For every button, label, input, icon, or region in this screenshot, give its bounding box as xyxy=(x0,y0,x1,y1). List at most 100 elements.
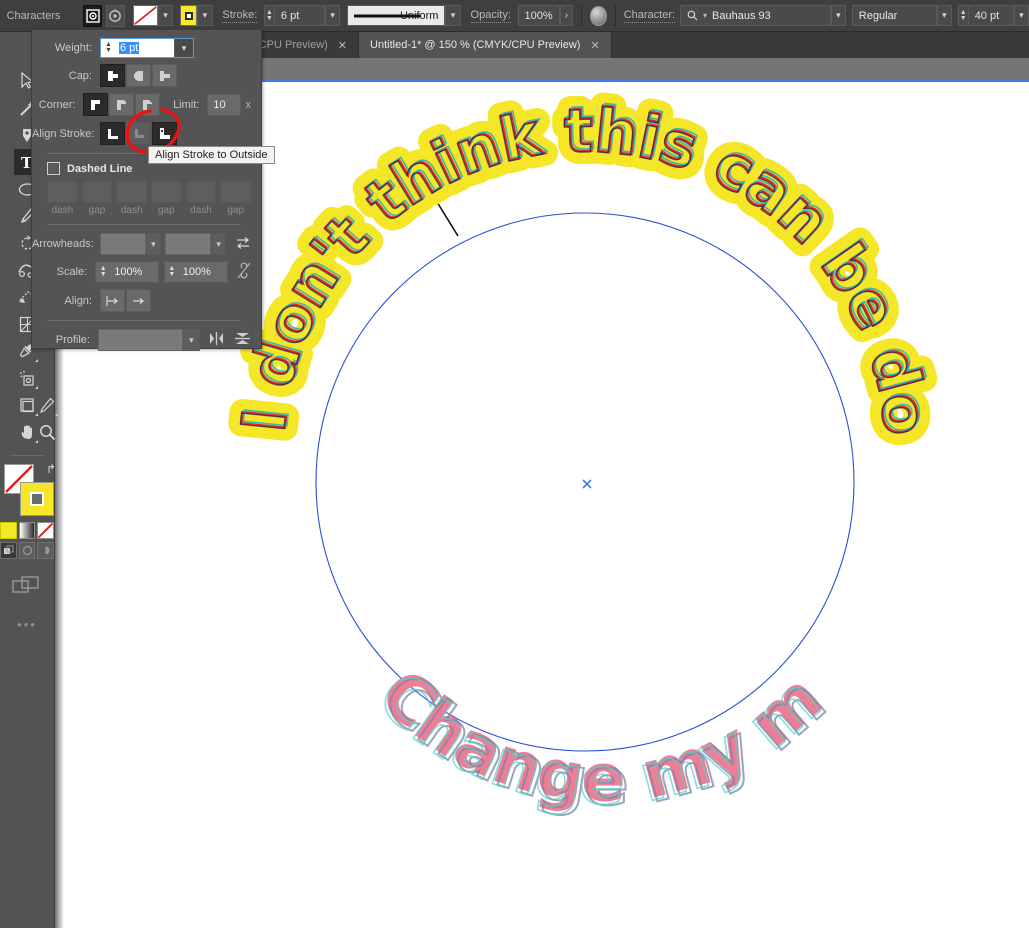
dash-label-2: dash xyxy=(120,205,143,216)
arrow-scale-start[interactable]: ▲ ▼ 100% xyxy=(95,261,160,283)
scale-label: Scale: xyxy=(56,266,88,278)
dash-field-1[interactable] xyxy=(47,181,78,203)
font-size-chevron-down-icon[interactable]: ▾ xyxy=(1013,5,1029,26)
gap-field-1[interactable] xyxy=(81,181,113,203)
search-icon xyxy=(687,10,698,21)
link-scales-icon[interactable] xyxy=(237,262,251,282)
draw-behind-icon[interactable] xyxy=(18,542,36,559)
flip-along-icon[interactable] xyxy=(234,331,251,349)
color-mode-none[interactable] xyxy=(37,522,54,539)
stroke-dropdown-chevron-down-icon[interactable]: ▾ xyxy=(197,5,213,26)
stroke-profile-chevron-down-icon[interactable]: ▾ xyxy=(445,5,461,26)
arrowhead-start-chevron-down-icon[interactable]: ▾ xyxy=(145,233,161,255)
arrowhead-end-field[interactable] xyxy=(165,233,212,255)
bevel-join-icon[interactable] xyxy=(135,93,161,116)
round-cap-icon[interactable] xyxy=(126,64,151,87)
stroke-weight-value[interactable]: 6 pt xyxy=(119,42,140,54)
scale-end-value[interactable]: 100% xyxy=(179,266,227,278)
dash-fields-row xyxy=(32,181,252,203)
scale-start-stepper[interactable]: ▲ ▼ xyxy=(96,262,110,282)
stroke-swatch[interactable] xyxy=(179,5,198,26)
miter-limit-label: Limit: xyxy=(173,98,200,111)
gap-label-2: gap xyxy=(158,205,175,216)
font-family-chevron-down-icon[interactable]: ▾ xyxy=(830,5,847,26)
font-style-value[interactable]: Regular xyxy=(851,5,937,26)
stroke-profile-field[interactable]: Uniform xyxy=(346,5,446,26)
font-search-chevron-down-icon: ▾ xyxy=(703,11,708,20)
butt-cap-icon[interactable] xyxy=(100,64,125,87)
dashed-line-label: Dashed Line xyxy=(67,162,133,175)
opacity-more-chevron-right-icon[interactable]: › xyxy=(559,5,574,26)
swap-arrowheads-icon[interactable] xyxy=(235,236,251,253)
stroke-weight-chevron-down-icon[interactable]: ▾ xyxy=(325,5,341,26)
dash-field-3[interactable] xyxy=(185,181,217,203)
miter-limit-unit: x xyxy=(245,98,252,111)
stroke-weight-value[interactable]: 6 pt xyxy=(274,5,326,26)
change-screen-mode-icon[interactable] xyxy=(12,575,42,597)
stroke-color-yellow[interactable] xyxy=(20,482,54,516)
color-mode-gradient[interactable] xyxy=(18,522,35,539)
arrowhead-end-chevron-down-icon[interactable]: ▾ xyxy=(211,233,227,255)
scale-end-stepper[interactable]: ▲ ▼ xyxy=(165,262,179,282)
gap-label-3: gap xyxy=(227,205,245,216)
draw-normal-icon[interactable] xyxy=(0,542,17,559)
recolor-artwork-icon[interactable] xyxy=(590,5,607,26)
dash-align-label: Align: xyxy=(64,294,92,307)
flip-across-icon[interactable] xyxy=(208,331,225,349)
align-stroke-inside-icon[interactable] xyxy=(126,122,151,145)
dashed-line-checkbox[interactable] xyxy=(47,162,60,175)
stroke-weight-input[interactable]: ▲ ▼ 6 pt ▾ xyxy=(100,38,194,58)
stroke-panel: Weight: ▲ ▼ 6 pt ▾ Cap: Corner: Limit: 1… xyxy=(31,29,262,351)
dashes-adjust-icon[interactable] xyxy=(126,289,151,312)
profile-label: Profile: xyxy=(55,334,90,346)
cap-label: Cap: xyxy=(68,69,92,82)
zoom-tool[interactable] xyxy=(34,419,60,445)
gap-field-2[interactable] xyxy=(151,181,182,203)
arrow-scale-end[interactable]: ▲ ▼ 100% xyxy=(163,261,228,283)
align-stroke-center-icon[interactable] xyxy=(100,122,125,145)
more-tools-icon[interactable]: ••• xyxy=(0,617,54,632)
stroke-weight-stepper[interactable]: ▲ ▼ xyxy=(101,39,116,57)
profile-field[interactable] xyxy=(97,329,184,351)
font-size-stepper[interactable]: ▲ ▼ xyxy=(957,5,969,26)
symbol-sprayer-tool[interactable] xyxy=(14,365,40,391)
fill-stroke-color-stack[interactable]: ↱ xyxy=(4,462,56,516)
font-family-field[interactable]: ▾ Bauhaus 93 xyxy=(680,5,831,26)
swap-fill-stroke-icon[interactable]: ↱ xyxy=(46,462,56,476)
control-bar: Characters ▾ ▾ Stroke: ▲▼ 6 pt ▾ Uniform… xyxy=(0,0,1029,32)
draw-inside-icon[interactable] xyxy=(37,542,55,559)
stroke-weight-chevron-down-icon[interactable]: ▾ xyxy=(174,39,193,57)
miter-join-icon[interactable] xyxy=(83,93,109,116)
close-icon[interactable]: ✕ xyxy=(590,39,599,52)
dash-field-2[interactable] xyxy=(116,181,148,203)
round-join-icon[interactable] xyxy=(109,93,135,116)
projecting-cap-icon[interactable] xyxy=(152,64,177,87)
color-mode-color[interactable] xyxy=(0,522,17,539)
font-family-value: Bauhaus 93 xyxy=(712,9,771,22)
bounding-box-icon[interactable] xyxy=(83,4,102,27)
document-tab-2[interactable]: Untitled-1* @ 150 % (CMYK/CPU Preview) ✕ xyxy=(359,32,612,58)
pencil-tool[interactable] xyxy=(34,392,60,418)
dash-label-3: dash xyxy=(190,205,212,216)
align-stroke-outside-icon[interactable] xyxy=(152,122,177,145)
dashes-preserve-icon[interactable] xyxy=(100,289,125,312)
stroke-weight-stepper[interactable]: ▲ ▼ xyxy=(263,5,275,26)
target-icon[interactable] xyxy=(106,4,125,27)
profile-chevron-down-icon[interactable]: ▾ xyxy=(183,329,200,351)
fill-dropdown-chevron-down-icon[interactable]: ▾ xyxy=(157,5,174,26)
arrowhead-start-field[interactable] xyxy=(100,233,146,255)
opacity-label: Opacity: xyxy=(470,8,511,23)
arrowheads-label: Arrowheads: xyxy=(32,238,94,250)
stroke-label: Stroke: xyxy=(222,8,258,23)
font-style-chevron-down-icon[interactable]: ▾ xyxy=(936,5,952,26)
character-label: Character: xyxy=(623,8,676,23)
close-icon[interactable]: ✕ xyxy=(338,39,347,52)
font-size-value[interactable]: 40 pt xyxy=(968,5,1014,26)
gap-field-3[interactable] xyxy=(220,181,252,203)
opacity-value[interactable]: 100% xyxy=(517,5,560,26)
scale-start-value[interactable]: 100% xyxy=(110,266,158,278)
miter-limit-value[interactable]: 10 xyxy=(207,93,242,116)
divider xyxy=(47,320,241,321)
fill-swatch[interactable] xyxy=(132,5,158,26)
divider xyxy=(10,455,44,456)
